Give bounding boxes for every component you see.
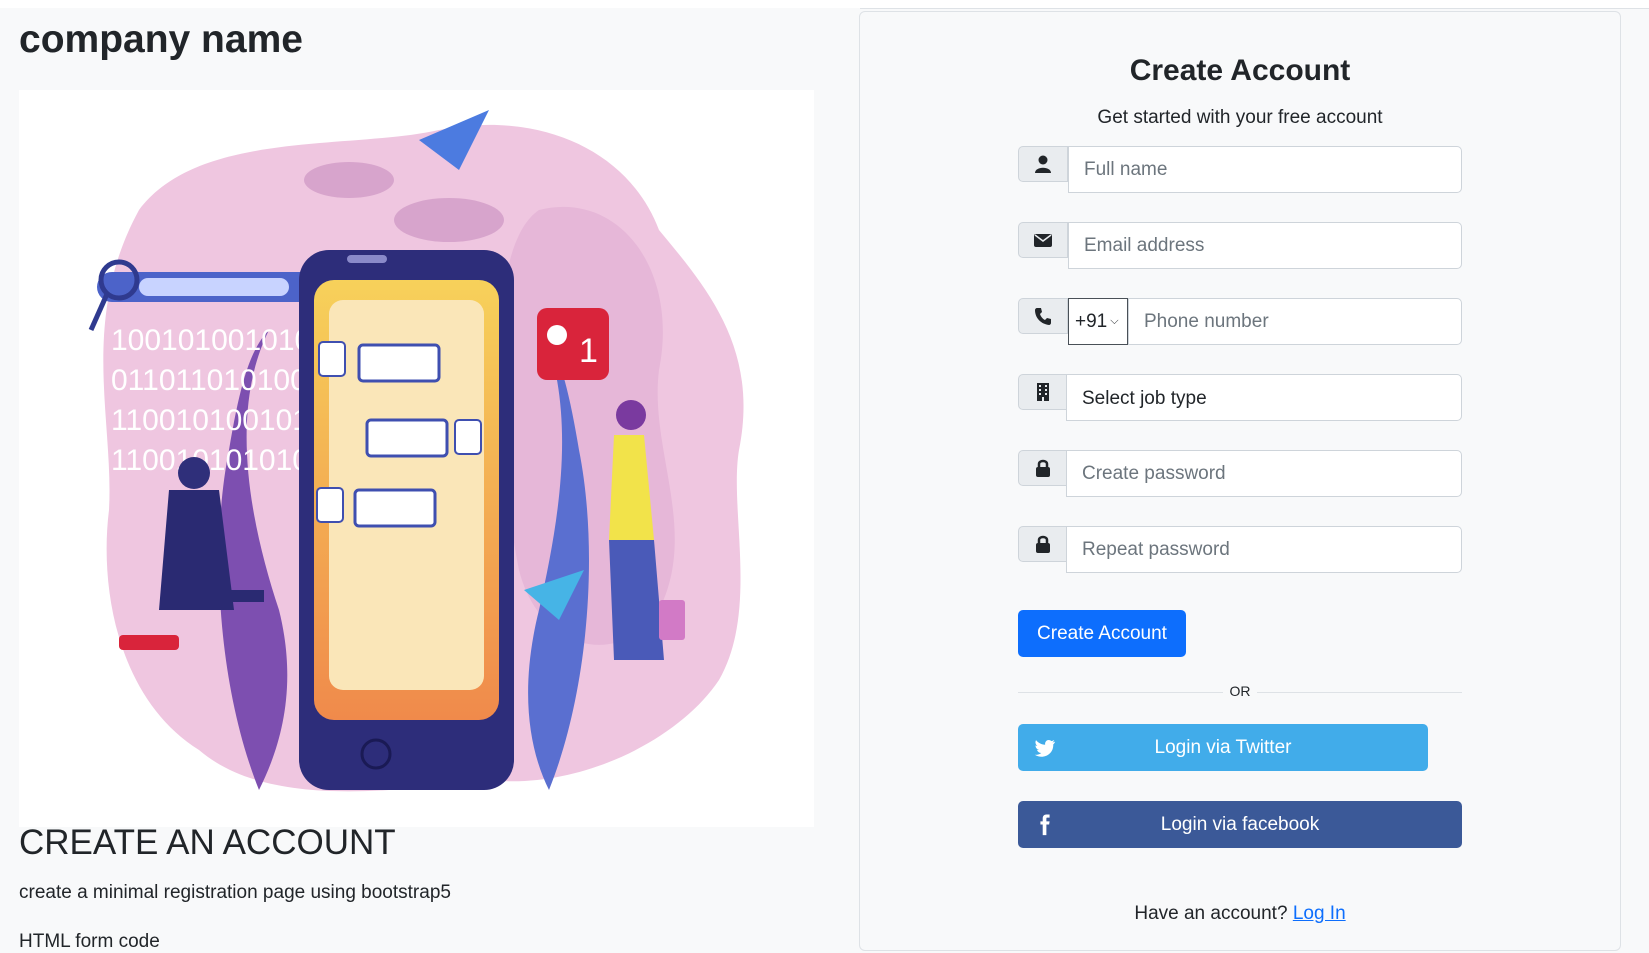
- laptop-table: [194, 590, 264, 602]
- search-bar-inner: [139, 278, 289, 296]
- cloud: [304, 162, 394, 198]
- intro-headline: CREATE AN ACCOUNT: [19, 823, 396, 862]
- lock-icon: [1018, 450, 1068, 486]
- country-code-value: +91: [1075, 310, 1108, 332]
- email-input[interactable]: [1068, 222, 1462, 269]
- stool: [119, 635, 179, 650]
- phone-row: +91 ⌵: [1018, 298, 1462, 345]
- shopping-bag: [659, 600, 685, 640]
- form-title: Create Account: [1129, 54, 1351, 87]
- or-label: OR: [1229, 683, 1251, 699]
- chat-avatar: [316, 487, 344, 523]
- create-account-button[interactable]: Create Account: [1018, 610, 1186, 657]
- facebook-login-button[interactable]: Login via facebook: [1018, 801, 1462, 848]
- or-divider: OR: [1018, 683, 1462, 703]
- twitter-login-button[interactable]: Login via Twitter: [1018, 724, 1428, 771]
- have-account-line: Have an account? Log In: [1018, 903, 1462, 925]
- chat-avatar: [318, 341, 346, 377]
- divider-line: [1257, 692, 1462, 693]
- login-link[interactable]: Log In: [1293, 903, 1346, 924]
- phone-input[interactable]: [1128, 298, 1462, 345]
- chat-bubble: [353, 488, 437, 528]
- job-type-select[interactable]: Select job type: [1066, 374, 1462, 421]
- notification-badge: [537, 308, 609, 380]
- job-row: Select job type: [1018, 374, 1462, 421]
- twitter-login-label: Login via Twitter: [1154, 736, 1292, 758]
- fullname-input[interactable]: [1068, 146, 1462, 193]
- create-password-input[interactable]: [1066, 450, 1462, 497]
- woman-head: [616, 400, 646, 430]
- twitter-icon: [1034, 740, 1056, 757]
- password-row: [1018, 450, 1462, 497]
- chat-bubble: [357, 343, 441, 383]
- intro-description: create a minimal registration page using…: [19, 882, 451, 903]
- repeat-password-row: [1018, 526, 1462, 573]
- hero-illustration: 100101001010101 011011010100010 11001010…: [19, 90, 814, 827]
- have-account-text: Have an account?: [1134, 903, 1288, 924]
- facebook-login-label: Login via facebook: [1160, 813, 1320, 835]
- lock-icon: [1018, 526, 1068, 562]
- chat-bubble: [365, 418, 449, 458]
- hero-illustration-svg: 100101001010101 011011010100010 11001010…: [88, 110, 744, 792]
- company-name: company name: [19, 18, 303, 61]
- badge-person-icon: [547, 325, 567, 345]
- chevron-down-icon: ⌵: [1110, 315, 1119, 327]
- country-code-select[interactable]: +91 ⌵: [1068, 298, 1128, 345]
- repeat-password-input[interactable]: [1066, 526, 1462, 573]
- man-head: [178, 457, 210, 489]
- building-icon: [1018, 374, 1068, 410]
- envelope-icon: [1018, 222, 1068, 258]
- form-subtitle: Get started with your free account: [1097, 107, 1383, 128]
- phone-speaker: [347, 255, 387, 263]
- chat-avatar: [454, 419, 482, 455]
- magnifier-handle: [88, 292, 110, 332]
- cloud: [394, 198, 504, 242]
- phone-icon: [1018, 298, 1068, 334]
- facebook-icon: [1040, 814, 1050, 836]
- badge-count: 1: [579, 332, 598, 370]
- intro-section: company name 100101001010101 01101101010…: [0, 8, 860, 952]
- email-row: [1018, 222, 1462, 269]
- fullname-row: [1018, 146, 1462, 193]
- intro-cutoff-text: HTML form code: [19, 931, 160, 952]
- user-icon: [1018, 146, 1068, 182]
